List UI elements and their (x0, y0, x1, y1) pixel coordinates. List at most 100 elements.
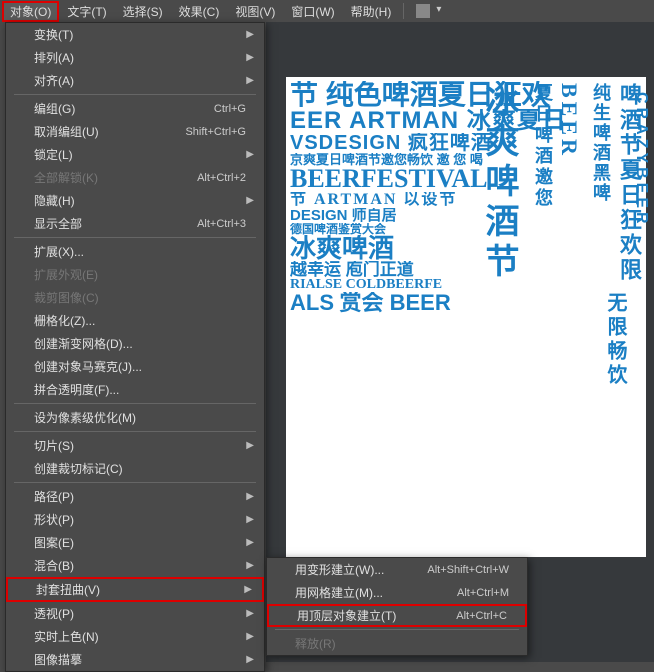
menu-item-shortcut: Alt+Ctrl+2 (197, 172, 246, 184)
menu-item-label: 取消编组(U) (34, 123, 99, 140)
menu-item-label: 形状(P) (34, 511, 74, 528)
submenu-item-label: 用顶层对象建立(T) (297, 607, 396, 624)
menu-item[interactable]: 变换(T)▶ (6, 23, 264, 46)
art-vertical-text: 冰爽啤酒节 (482, 83, 516, 283)
art-vertical-text: CRAZYBEER (632, 92, 650, 228)
menubar-item-window[interactable]: 窗口(W) (283, 1, 342, 22)
menubar: 对象(O) 文字(T) 选择(S) 效果(C) 视图(V) 窗口(W) 帮助(H… (0, 0, 654, 22)
menu-separator (275, 629, 519, 630)
submenu-arrow-icon: ▶ (246, 52, 254, 63)
menu-item[interactable]: 路径(P)▶ (6, 485, 264, 508)
menubar-item-effect[interactable]: 效果(C) (171, 1, 228, 22)
menu-item[interactable]: 栅格化(Z)... (6, 309, 264, 332)
submenu-arrow-icon: ▶ (246, 440, 254, 451)
art-text: 京爽夏日啤酒节邀您畅饮 邀 您 喝 (290, 153, 642, 166)
menu-item[interactable]: 取消编组(U)Shift+Ctrl+G (6, 120, 264, 143)
dropdown-icon[interactable]: ▾ (436, 4, 441, 18)
art-text: 赏会 BEER (340, 292, 451, 314)
menu-item: 裁剪图像(C) (6, 286, 264, 309)
art-text: 节 ARTMAN 以设节 (290, 192, 642, 208)
submenu-arrow-icon: ▶ (246, 631, 254, 642)
menubar-separator (403, 3, 404, 19)
menu-item-label: 封套扭曲(V) (36, 581, 100, 598)
menu-item[interactable]: 图像描摹▶ (6, 648, 264, 671)
submenu-item-label: 释放(R) (295, 635, 336, 652)
submenu-arrow-icon: ▶ (246, 195, 254, 206)
submenu-item-shortcut: Alt+Ctrl+M (457, 587, 509, 599)
menu-item-label: 栅格化(Z)... (34, 312, 95, 329)
art-text: ALS (290, 292, 334, 314)
menubar-item-view[interactable]: 视图(V) (227, 1, 283, 22)
submenu-item: 释放(R) (267, 632, 527, 655)
submenu-item[interactable]: 用顶层对象建立(T) Alt+Ctrl+C (267, 604, 527, 627)
menu-item-label: 隐藏(H) (34, 192, 75, 209)
menu-separator (14, 431, 256, 432)
art-text: BEERFESTIVAL (290, 166, 642, 192)
submenu-arrow-icon: ▶ (244, 584, 252, 595)
menu-item-label: 编组(G) (34, 100, 75, 117)
menu-item-label: 实时上色(N) (34, 628, 99, 645)
submenu-arrow-icon: ▶ (246, 514, 254, 525)
menu-item-label: 对齐(A) (34, 72, 74, 89)
menu-item[interactable]: 显示全部Alt+Ctrl+3 (6, 212, 264, 235)
menubar-item-help[interactable]: 帮助(H) (343, 1, 400, 22)
object-menu-dropdown: 变换(T)▶排列(A)▶对齐(A)▶编组(G)Ctrl+G取消编组(U)Shif… (5, 22, 265, 672)
art-vertical-text: 无限畅饮 (601, 292, 630, 388)
submenu-arrow-icon: ▶ (246, 75, 254, 86)
menu-separator (14, 403, 256, 404)
menu-item-label: 扩展(X)... (34, 243, 84, 260)
menu-item[interactable]: 创建裁切标记(C) (6, 457, 264, 480)
submenu-arrow-icon: ▶ (246, 149, 254, 160)
menu-item-label: 设为像素级优化(M) (34, 409, 136, 426)
submenu-item-shortcut: Alt+Ctrl+C (456, 610, 507, 622)
menu-item[interactable]: 形状(P) ▶ (6, 508, 264, 531)
menu-item[interactable]: 透视(P)▶ (6, 602, 264, 625)
menu-item[interactable]: 隐藏(H) ▶ (6, 189, 264, 212)
menu-item-label: 锁定(L) (34, 146, 73, 163)
art-text: EER ARTMAN 冰爽夏日 (290, 109, 567, 133)
art-text: 冰爽啤酒 (290, 235, 642, 261)
menu-item-label: 创建裁切标记(C) (34, 460, 123, 477)
menubar-item-select[interactable]: 选择(S) (115, 1, 171, 22)
art-text: 德国啤酒鉴赏大会 (290, 223, 642, 235)
submenu-arrow-icon: ▶ (246, 608, 254, 619)
menu-item[interactable]: 锁定(L) ▶ (6, 143, 264, 166)
menu-item[interactable]: 排列(A) ▶ (6, 46, 264, 69)
menu-item-label: 变换(T) (34, 26, 73, 43)
menu-item[interactable]: 创建渐变网格(D)... (6, 332, 264, 355)
menu-item-label: 路径(P) (34, 488, 74, 505)
submenu-item[interactable]: 用变形建立(W)...Alt+Shift+Ctrl+W (267, 558, 527, 581)
menu-item[interactable]: 编组(G) Ctrl+G (6, 97, 264, 120)
submenu-item-label: 用网格建立(M)... (295, 584, 383, 601)
menu-item[interactable]: 创建对象马赛克(J)... (6, 355, 264, 378)
submenu-item[interactable]: 用网格建立(M)... Alt+Ctrl+M (267, 581, 527, 604)
art-vertical-text: 纯生啤酒黑啤 (592, 83, 610, 203)
typography-artwork: 节 纯色啤酒夏日狂欢 EER ARTMAN 冰爽夏日 VSDESIGN 疯狂啤酒… (286, 77, 646, 557)
menu-item-label: 全部解锁(K) (34, 169, 98, 186)
menu-item[interactable]: 设为像素级优化(M) (6, 406, 264, 429)
art-text: 节 纯色啤酒夏日狂欢 (290, 81, 642, 109)
menu-item[interactable]: 对齐(A) ▶ (6, 69, 264, 92)
menubar-item-text[interactable]: 文字(T) (59, 1, 114, 22)
menu-item-label: 混合(B) (34, 557, 74, 574)
menu-item-label: 排列(A) (34, 49, 74, 66)
art-text: RIALSE COLDBEERFE (290, 278, 642, 292)
menu-separator (14, 94, 256, 95)
menu-item[interactable]: 实时上色(N) ▶ (6, 625, 264, 648)
menu-item-shortcut: Ctrl+G (214, 103, 246, 115)
menubar-item-object[interactable]: 对象(O) (2, 1, 59, 22)
menu-item[interactable]: 拼合透明度(F)... (6, 378, 264, 401)
menu-item-shortcut: Alt+Ctrl+3 (197, 218, 246, 230)
menu-item-label: 拼合透明度(F)... (34, 381, 119, 398)
menu-item[interactable]: 图案(E)▶ (6, 531, 264, 554)
menu-item[interactable]: 切片(S)▶ (6, 434, 264, 457)
menu-item[interactable]: 封套扭曲(V) ▶ (6, 577, 264, 602)
submenu-arrow-icon: ▶ (246, 654, 254, 665)
menu-item: 全部解锁(K) Alt+Ctrl+2 (6, 166, 264, 189)
menu-separator (14, 237, 256, 238)
menu-item[interactable]: 混合(B) ▶ (6, 554, 264, 577)
artboard[interactable]: 节 纯色啤酒夏日狂欢 EER ARTMAN 冰爽夏日 VSDESIGN 疯狂啤酒… (286, 77, 646, 557)
workspace-icon[interactable] (416, 4, 430, 18)
menu-item[interactable]: 扩展(X)... (6, 240, 264, 263)
submenu-arrow-icon: ▶ (246, 560, 254, 571)
